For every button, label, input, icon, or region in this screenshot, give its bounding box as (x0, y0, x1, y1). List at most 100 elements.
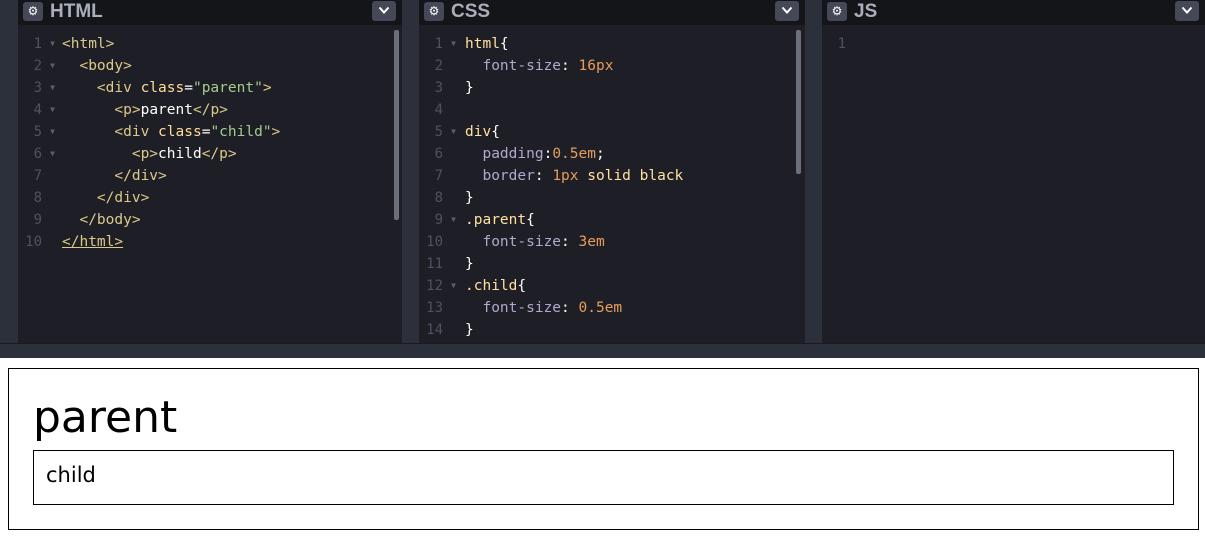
css-collapse-button[interactable] (775, 1, 799, 21)
css-settings-button[interactable]: ⚙ (424, 2, 444, 21)
code-line: <p>parent</p> (62, 99, 280, 121)
code-line: border: 1px solid black (465, 165, 683, 187)
code-line: div{ (465, 121, 683, 143)
line-number: 10 (18, 231, 62, 253)
code-token: <p> (114, 102, 141, 118)
html-pane-header: ⚙ HTML (18, 0, 402, 25)
css-scrollbar[interactable] (796, 30, 801, 174)
fold-arrow-icon[interactable]: ▼ (50, 55, 55, 77)
line-number-text: 3 (33, 80, 42, 96)
fold-arrow-icon[interactable]: ▼ (50, 143, 55, 165)
line-number-text: 12 (426, 278, 443, 294)
html-scrollbar[interactable] (394, 30, 399, 220)
html-collapse-button[interactable] (372, 1, 396, 21)
css-editor-pane: ⚙ CSS 1 ▼ 2 3 4 5 ▼ 6 7 8 9 ▼ 10 11 12 ▼ 13 14 html{ font… (419, 0, 805, 343)
line-number: 6 (419, 143, 463, 165)
fold-arrow-icon[interactable]: ▼ (50, 77, 55, 99)
css-line-numbers: 1 ▼ 2 3 4 5 ▼ 6 7 8 9 ▼ 10 11 12 ▼ 13 14 (419, 33, 463, 341)
fold-arrow-icon[interactable]: ▼ (451, 275, 456, 297)
code-line: <div class="child"> (62, 121, 280, 143)
code-token: class (158, 124, 202, 140)
line-number-text: 10 (25, 234, 42, 250)
editor-resize-bar[interactable] (0, 343, 1205, 358)
fold-arrow-icon[interactable]: ▼ (451, 209, 456, 231)
line-number: 4 (419, 99, 463, 121)
code-token: : (534, 168, 553, 184)
fold-arrow-icon[interactable]: ▼ (451, 33, 456, 55)
child-div: child (33, 450, 1174, 505)
line-number: 13 (419, 297, 463, 319)
line-number: 1 ▼ (18, 33, 62, 55)
code-token: 16px (578, 58, 614, 74)
code-token: </p> (201, 146, 237, 162)
code-token: <html> (62, 36, 115, 52)
code-token: { (499, 36, 509, 52)
js-editor-pane: ⚙ JS 1 (822, 0, 1205, 343)
js-pane-title: JS (854, 1, 878, 22)
line-number: 12 ▼ (419, 275, 463, 297)
code-token: "child" (210, 124, 272, 140)
code-line: <body> (62, 55, 280, 77)
code-token: font-size (482, 58, 562, 74)
html-code-area[interactable]: <html> <body> <div class="parent"> <p>pa… (62, 33, 280, 253)
line-number-text: 7 (434, 168, 443, 184)
fold-arrow-icon[interactable]: ▼ (451, 121, 456, 143)
js-collapse-button[interactable] (1175, 1, 1199, 21)
line-number-text: 8 (33, 190, 42, 206)
line-number: 2 (419, 55, 463, 77)
code-token: ; (595, 146, 605, 162)
fold-arrow-icon[interactable]: ▼ (50, 121, 55, 143)
gear-icon: ⚙ (27, 4, 39, 18)
code-token: child (158, 146, 202, 162)
code-token: : (543, 146, 553, 162)
code-token: </div> (96, 190, 150, 206)
css-pane-title: CSS (451, 1, 491, 22)
line-number-text: 2 (434, 58, 443, 74)
line-number: 8 (419, 187, 463, 209)
line-number-text: 1 (33, 36, 42, 52)
line-number-text: 4 (434, 102, 443, 118)
code-token: : (561, 300, 579, 316)
line-number: 7 (18, 165, 62, 187)
js-settings-button[interactable]: ⚙ (827, 2, 847, 21)
fold-arrow-icon[interactable]: ▼ (50, 33, 55, 55)
code-token: 1px (552, 168, 579, 184)
code-token: > (262, 80, 272, 96)
line-number-text: 11 (426, 256, 443, 272)
parent-div: parent child (8, 368, 1199, 530)
line-number: 2 ▼ (18, 55, 62, 77)
css-code-area[interactable]: html{ font-size: 16px} div{ padding:0.5em… (465, 33, 683, 341)
line-number: 10 (419, 231, 463, 253)
code-token: 3em (578, 234, 605, 250)
line-number: 4 ▼ (18, 99, 62, 121)
line-number-text: 14 (426, 322, 443, 338)
html-editor-pane: ⚙ HTML 1 ▼ 2 ▼ 3 ▼ 4 ▼ 5 ▼ 6 ▼ 7 8 9 10 <html> <body> <… (18, 0, 402, 343)
code-token: { (526, 212, 535, 228)
fold-arrow-icon[interactable]: ▼ (50, 99, 55, 121)
code-line: } (465, 253, 683, 275)
line-number-text: 4 (33, 102, 42, 118)
line-number: 9 (18, 209, 62, 231)
line-number-text: 6 (33, 146, 42, 162)
line-number-text: 1 (434, 36, 443, 52)
html-pane-title: HTML (50, 1, 103, 22)
code-token: padding (482, 146, 544, 162)
code-token: solid black (578, 168, 684, 184)
code-token: } (465, 190, 474, 206)
code-token: { (517, 278, 527, 294)
html-settings-button[interactable]: ⚙ (23, 2, 43, 21)
line-number-text: 9 (33, 212, 42, 228)
code-line: </div> (62, 165, 280, 187)
chevron-down-icon (378, 6, 390, 14)
line-number: 1 (822, 33, 866, 55)
gear-icon: ⚙ (428, 4, 440, 18)
code-line: } (465, 187, 683, 209)
code-line: } (465, 319, 683, 341)
code-token: 0.5em (552, 146, 596, 162)
line-number-text: 9 (434, 212, 443, 228)
